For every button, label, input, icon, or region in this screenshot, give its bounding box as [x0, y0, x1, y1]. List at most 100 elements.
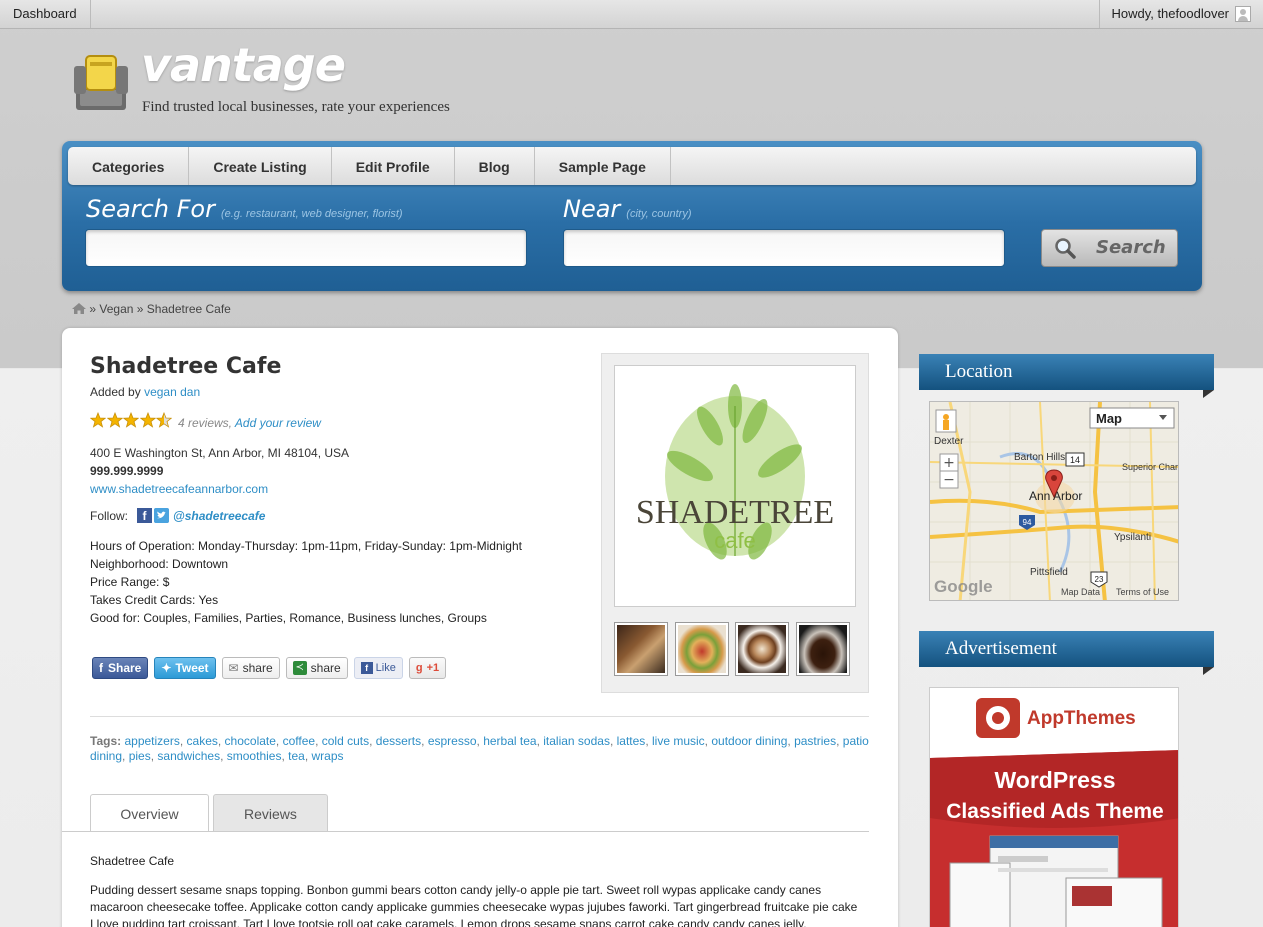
zoom-out-button[interactable]: − [939, 470, 959, 489]
add-review-link[interactable]: Add your review [235, 416, 321, 430]
terms-of-use-link[interactable]: Terms of Use [1116, 587, 1169, 597]
breadcrumb-category[interactable]: Vegan [99, 302, 133, 316]
facebook-icon: f [99, 661, 103, 675]
nav-categories[interactable]: Categories [68, 147, 190, 185]
map-place-barton-hills: Barton Hills [1014, 452, 1065, 463]
admin-bar: Dashboard Howdy, thefoodlover [0, 0, 1263, 29]
main-nav: Categories Create Listing Edit Profile B… [68, 147, 1196, 185]
home-icon[interactable] [72, 303, 86, 314]
star-icon [123, 412, 139, 428]
tag-link[interactable]: pies [129, 749, 151, 763]
google-icon: g [415, 662, 423, 674]
facebook-like-button[interactable]: f Like [353, 657, 403, 679]
breadcrumb-separator: » [136, 302, 144, 316]
tag-link[interactable]: espresso [428, 734, 477, 748]
advertisement-banner[interactable]: AppThemes WordPress Classified Ads Theme [929, 687, 1179, 927]
tab-reviews[interactable]: Reviews [213, 794, 328, 831]
thumbnail-dessert[interactable] [795, 622, 850, 676]
divider [90, 716, 869, 717]
map-data-link[interactable]: Map Data [1061, 587, 1100, 597]
tag-link[interactable]: live music [652, 734, 705, 748]
tag-link[interactable]: wraps [312, 749, 344, 763]
facebook-share-button[interactable]: f Share [92, 657, 149, 679]
overview-text: Pudding dessert sesame snaps topping. Bo… [90, 883, 858, 927]
near-text: Near [563, 195, 621, 223]
tag-link[interactable]: desserts [376, 734, 421, 748]
tag-link[interactable]: cold cuts [322, 734, 369, 748]
user-menu[interactable]: Howdy, thefoodlover [1099, 0, 1263, 28]
tag-list: appetizers, cakes, chocolate, coffee, co… [90, 734, 869, 763]
facebook-icon[interactable]: f [137, 508, 153, 523]
nav-edit-profile[interactable]: Edit Profile [332, 147, 455, 185]
added-by-prefix: Added by [90, 385, 141, 399]
tag-link[interactable]: cakes [187, 734, 218, 748]
tag-link[interactable]: appetizers [124, 734, 179, 748]
review-count: 4 reviews, [178, 416, 233, 430]
listing-main-image[interactable]: SHADETREE cafe [614, 365, 856, 607]
search-panel: Categories Create Listing Edit Profile B… [62, 141, 1202, 291]
ad-line2: Classified Ads Theme [946, 800, 1163, 823]
sharethis-label: share [310, 661, 341, 675]
tag-link[interactable]: herbal tea [483, 734, 536, 748]
nav-sample-page[interactable]: Sample Page [535, 147, 671, 185]
nav-create-listing[interactable]: Create Listing [189, 147, 332, 185]
thumbnail-latte[interactable] [735, 622, 789, 676]
google-logo: Google [934, 577, 993, 596]
tag-link[interactable]: pastries [794, 734, 836, 748]
detail-good-for: Good for: Couples, Families, Parties, Ro… [90, 611, 487, 625]
added-by: Added by vegan dan [90, 385, 200, 399]
route-23-label: 23 [1095, 575, 1104, 584]
rating-stars [90, 412, 173, 428]
author-link[interactable]: vegan dan [144, 385, 200, 399]
appthemes-logo-icon [976, 698, 1020, 738]
avatar [1235, 5, 1251, 22]
search-for-hint: (e.g. restaurant, web designer, florist) [220, 208, 403, 220]
advertisement-header: Advertisement [919, 631, 1214, 675]
map-place-pittsfield: Pittsfield [1030, 567, 1068, 578]
envelope-icon: ✉ [228, 661, 239, 675]
tag-link[interactable]: outdoor dining [711, 734, 787, 748]
near-input[interactable] [563, 229, 1005, 267]
twitter-handle[interactable]: @shadetreecafe [173, 509, 265, 523]
tweet-button[interactable]: ✦ Tweet [154, 657, 216, 679]
website-link[interactable]: www.shadetreecafeannarbor.com [90, 482, 268, 496]
thumbnail-sandwich[interactable] [674, 622, 729, 676]
dashboard-link[interactable]: Dashboard [0, 0, 91, 28]
search-button[interactable]: Search [1041, 229, 1178, 267]
search-icon [1055, 238, 1076, 259]
tag-link[interactable]: chocolate [225, 734, 276, 748]
site-logo[interactable]: vantage [141, 38, 346, 92]
thumbnail-strip [614, 622, 856, 676]
zoom-in-button[interactable]: + [939, 453, 959, 472]
map-canvas: + − Map Barton Hills Ann Arbor Superior … [930, 402, 1179, 600]
tag-link[interactable]: smoothies [227, 749, 282, 763]
address: 400 E Washington St, Ann Arbor, MI 48104… [90, 446, 350, 460]
phone: 999.999.9999 [90, 464, 164, 478]
tag-link[interactable]: tea [288, 749, 305, 763]
follow-row: Follow: f @shadetreecafe [90, 508, 265, 523]
logo-line1: SHADETREE [636, 494, 834, 531]
location-map[interactable]: + − Map Barton Hills Ann Arbor Superior … [929, 401, 1179, 601]
location-header: Location [919, 354, 1214, 398]
map-type-select[interactable]: Map [1089, 407, 1175, 429]
star-icon [156, 412, 172, 428]
tag-link[interactable]: italian sodas [543, 734, 610, 748]
tag-link[interactable]: coffee [283, 734, 315, 748]
tweet-label: Tweet [175, 661, 209, 675]
tag-link[interactable]: lattes [617, 734, 646, 748]
twitter-bird-icon: ✦ [161, 661, 172, 675]
route-14-shield: 14 [1065, 452, 1085, 467]
gplus-label: +1 [426, 662, 440, 674]
logo-icon[interactable] [70, 52, 132, 116]
nav-blog[interactable]: Blog [455, 147, 535, 185]
search-for-input[interactable] [85, 229, 527, 267]
map-place-superior: Superior Charter Township [1122, 462, 1179, 472]
google-plus-button[interactable]: g +1 [408, 657, 447, 679]
route-14-label: 14 [1070, 455, 1080, 465]
tag-link[interactable]: sandwiches [157, 749, 220, 763]
thumbnail-interior[interactable] [614, 622, 668, 676]
tab-overview[interactable]: Overview [90, 794, 209, 832]
sharethis-button[interactable]: ≺ share [285, 657, 348, 679]
email-share-button[interactable]: ✉ share [221, 657, 280, 679]
twitter-icon[interactable] [154, 508, 170, 523]
